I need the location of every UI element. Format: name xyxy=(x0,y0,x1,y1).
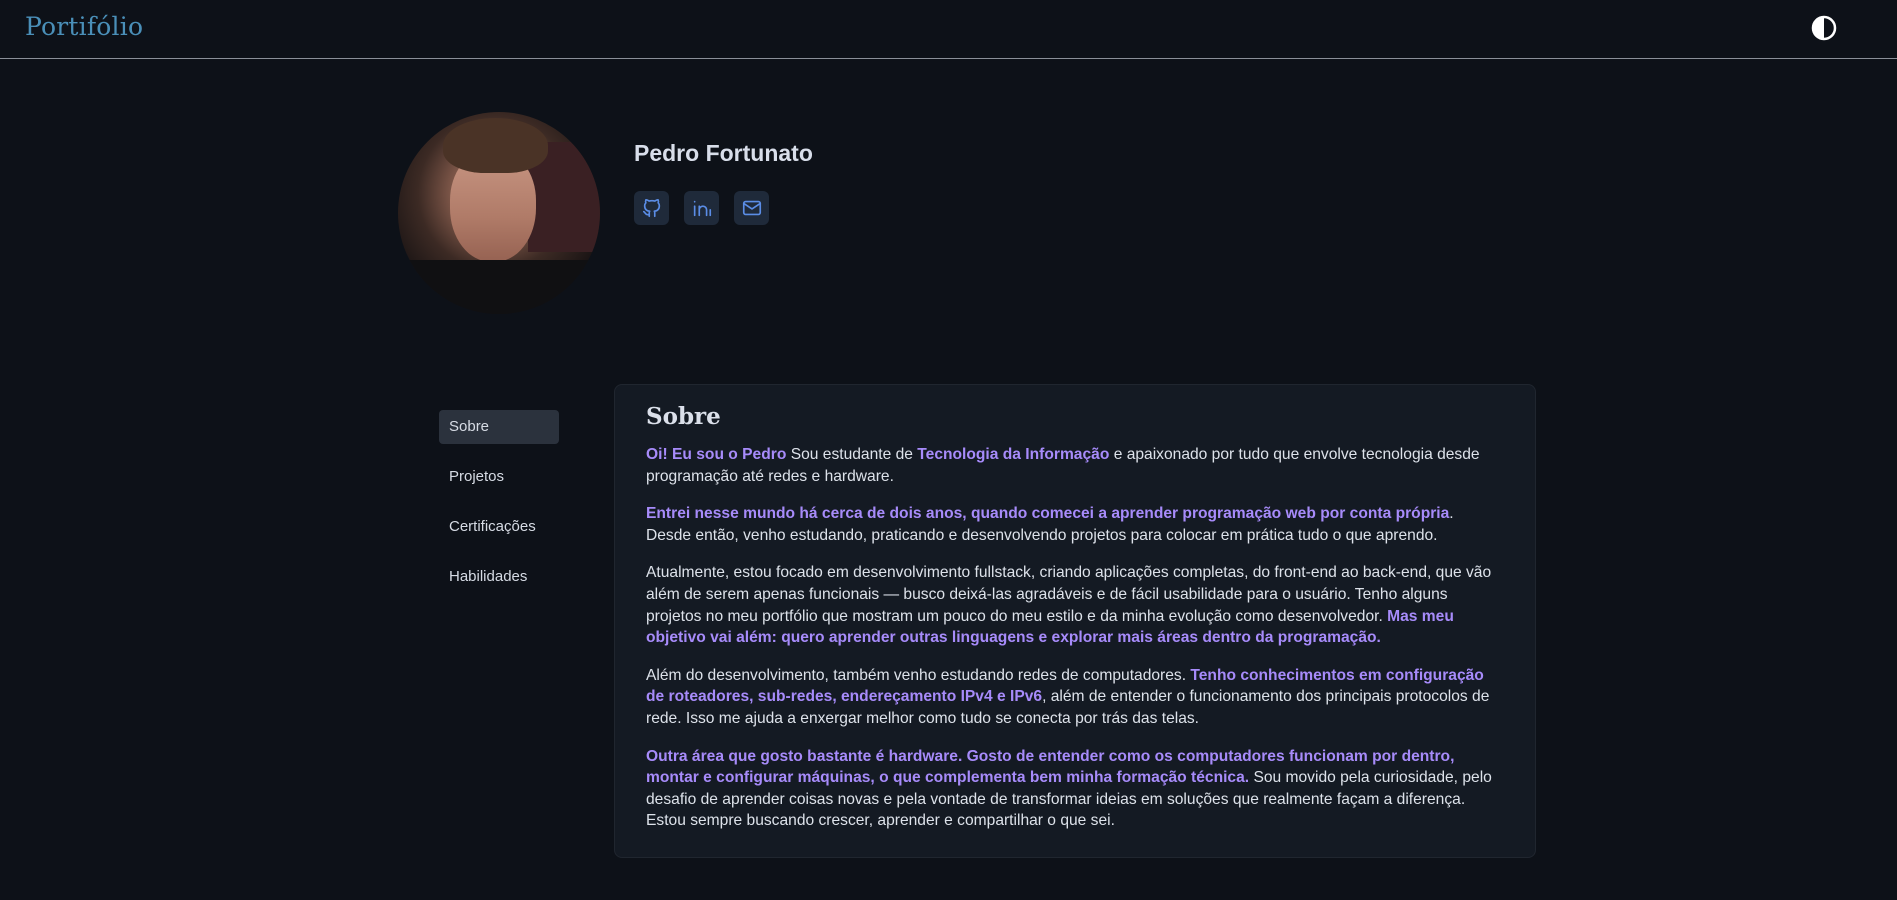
highlight-text: Entrei nesse mundo há cerca de dois anos… xyxy=(646,505,1450,523)
github-icon xyxy=(642,198,660,218)
social-links xyxy=(634,191,769,225)
nav-item-habilidades[interactable]: Habilidades xyxy=(439,560,559,594)
mail-icon xyxy=(742,200,761,216)
nav-item-sobre[interactable]: Sobre xyxy=(439,410,559,444)
paragraph-text: Sou estudante de xyxy=(786,446,918,463)
email-link[interactable] xyxy=(734,191,769,225)
paragraph-text: Atualmente, estou focado em desenvolvime… xyxy=(646,564,1492,625)
theme-toggle-button[interactable] xyxy=(1811,15,1837,41)
brand-title[interactable]: Portifólio xyxy=(25,12,143,41)
avatar-shirt xyxy=(398,260,600,314)
contrast-icon xyxy=(1811,15,1837,41)
highlight-text: Tecnologia da Informação xyxy=(917,446,1110,463)
about-paragraph-4: Além do desenvolvimento, também venho es… xyxy=(646,665,1503,730)
about-title: Sobre xyxy=(646,403,721,430)
top-bar: Portifólio xyxy=(0,0,1897,59)
linkedin-link[interactable] xyxy=(684,191,719,225)
highlight-text: Oi! Eu sou o Pedro xyxy=(646,446,787,463)
about-paragraph-2: Entrei nesse mundo há cerca de dois anos… xyxy=(646,503,1503,546)
about-card: Sobre Oi! Eu sou o Pedro Sou estudante d… xyxy=(614,384,1536,858)
github-link[interactable] xyxy=(634,191,669,225)
about-paragraph-5: Outra área que gosto bastante é hardware… xyxy=(646,746,1503,832)
paragraph-text: Além do desenvolvimento, também venho es… xyxy=(646,666,1191,684)
nav-item-projetos[interactable]: Projetos xyxy=(439,460,559,494)
avatar-hair xyxy=(443,118,548,173)
about-paragraph-1: Oi! Eu sou o Pedro Sou estudante de Tecn… xyxy=(646,444,1503,487)
about-paragraph-3: Atualmente, estou focado em desenvolvime… xyxy=(646,562,1503,648)
nav-item-certificacoes[interactable]: Certificações xyxy=(439,510,559,544)
profile-name: Pedro Fortunato xyxy=(634,140,813,166)
section-nav: Sobre Projetos Certificações Habilidades xyxy=(439,410,559,610)
linkedin-icon xyxy=(693,200,711,217)
profile-avatar xyxy=(398,112,600,314)
